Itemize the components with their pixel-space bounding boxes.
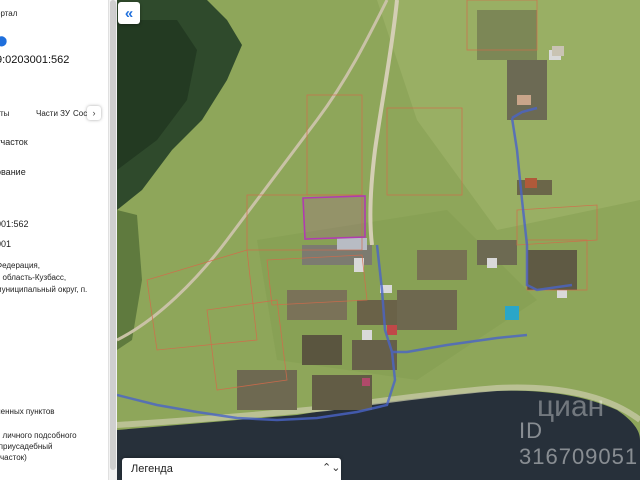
tabs-next-button[interactable]: › — [87, 106, 101, 120]
satellite-map[interactable]: циан ID 316709051 — [117, 0, 640, 480]
chevron-updown-icon: ⌃⌄ — [322, 462, 341, 474]
address-line-2: я область-Кузбасс, — [0, 273, 67, 282]
number-tail-value: 001 — [0, 239, 12, 249]
portal-title: ортал — [0, 9, 18, 18]
use-line-2: (приусадебный — [0, 442, 53, 451]
legend-label: Легенда — [131, 463, 173, 475]
cadastral-number: 9:0203001:562 — [0, 54, 70, 66]
address-line-3: муниципальный округ, п. — [0, 285, 88, 294]
scrollbar-thumb[interactable] — [110, 0, 116, 470]
info-panel: ортал ⬤ 9:0203001:562 сты Части ЗУ Соста… — [0, 0, 117, 480]
blue-marker: ⬤ — [0, 36, 8, 47]
panel-scrollbar[interactable] — [108, 0, 117, 480]
chevron-right-icon: › — [92, 108, 96, 118]
address-line-1: Федерация, — [0, 261, 40, 270]
tab-parts[interactable]: Части ЗУ — [36, 109, 70, 118]
collapse-panel-button[interactable]: « — [118, 2, 140, 24]
number-value: 001:562 — [0, 219, 29, 229]
double-chevron-left-icon: « — [124, 4, 134, 22]
use-line-3: участок) — [0, 453, 27, 462]
watermark-id: ID 316709051 — [519, 418, 639, 469]
category-value: ленных пунктов — [0, 407, 55, 416]
type-value: участок — [0, 137, 28, 147]
legend-dropdown[interactable]: Легенда ⌃⌄ — [122, 458, 341, 480]
use-line-1: я личного подсобного — [0, 431, 77, 440]
purpose-value: ование — [0, 167, 26, 177]
tab-objects[interactable]: сты — [0, 109, 9, 118]
